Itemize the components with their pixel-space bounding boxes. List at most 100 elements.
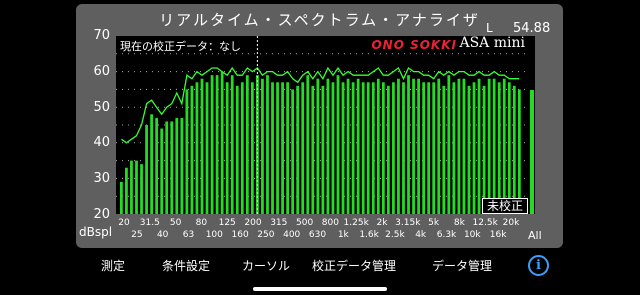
spectrum-bar: [427, 82, 431, 214]
spectrum-bar: [507, 82, 511, 214]
spectrum-bar: [135, 160, 138, 214]
spectrum-bar: [155, 117, 159, 214]
x-tick-label: 16k: [489, 230, 507, 240]
spectrum-bar: [512, 85, 516, 214]
spectrum-bar: [407, 75, 410, 214]
bottom-toolbar: 測定 条件設定 カーソル 校正データ管理 データ管理: [76, 252, 563, 281]
spectrum-bar: [286, 82, 290, 214]
brand-logo: ONO SOKKI: [371, 38, 457, 52]
spectrum-bar: [170, 121, 174, 214]
channel-label: L: [486, 21, 493, 35]
spectrum-bar: [437, 78, 441, 214]
spectrum-bar: [397, 78, 400, 214]
spectrum-bar: [346, 78, 350, 214]
spectrum-bar: [457, 78, 461, 214]
x-tick-label: 100: [205, 230, 223, 240]
y-tick-label: 40: [93, 135, 110, 150]
spectrum-bar: [412, 78, 415, 214]
spectrum-bar: [311, 85, 315, 214]
x-tick-label: 10k: [463, 230, 481, 240]
spectrum-bar: [492, 78, 496, 214]
spectrum-bar: [361, 82, 365, 214]
uncalibrated-badge: 未校正: [482, 198, 528, 214]
spectrum-bar: [422, 82, 426, 214]
all-level-bar: [530, 89, 534, 214]
x-tick-label: 63: [182, 230, 195, 240]
spectrum-bar: [120, 181, 123, 214]
x-tick-label: 160: [231, 230, 249, 240]
spectrum-bar: [225, 82, 229, 214]
spectrum-bar: [190, 85, 194, 214]
spectrum-bar: [130, 160, 133, 214]
spectrum-bar: [336, 75, 340, 214]
x-tick-label: 800: [321, 218, 339, 228]
spectrum-bar: [215, 75, 219, 214]
x-tick-label: 500: [296, 218, 314, 228]
x-tick-label: 1.25k: [343, 218, 369, 228]
x-tick-label: 2k: [376, 218, 388, 228]
spectrum-bar: [402, 82, 405, 214]
x-tick-label: 80: [195, 218, 208, 228]
spectrum-bar: [150, 114, 153, 214]
spectrum-bar: [447, 75, 451, 214]
tab-cursor[interactable]: カーソル: [242, 257, 290, 274]
spectrum-bar: [452, 82, 456, 214]
y-tick-label: 50: [93, 100, 110, 115]
spectrum-bar: [210, 75, 214, 214]
spectrum-bar: [291, 89, 295, 214]
spectrum-bar: [477, 78, 481, 214]
model-name: ASA mini: [459, 36, 525, 51]
spectrum-bar: [261, 78, 264, 214]
y-tick-label: 70: [93, 28, 110, 43]
spectrum-bar: [351, 82, 355, 214]
x-tick-label: 1k: [337, 230, 349, 240]
spectrum-bar: [472, 82, 476, 214]
x-tick-label: 5k: [428, 218, 440, 228]
tab-data-management[interactable]: データ管理: [432, 257, 492, 274]
spectrum-bar: [240, 82, 244, 214]
spectrum-bar: [145, 125, 148, 214]
spectrum-bar: [276, 82, 279, 214]
x-tick-label: 400: [283, 230, 301, 240]
tab-calibration-data[interactable]: 校正データ管理: [312, 257, 396, 274]
tab-conditions[interactable]: 条件設定: [162, 257, 210, 274]
spectrum-bar: [442, 85, 446, 214]
spectrum-bar: [366, 82, 370, 214]
spectrum-bar: [462, 78, 466, 214]
spectrum-bar: [326, 78, 330, 214]
spectrum-bar: [306, 75, 310, 214]
x-tick-label: 40: [156, 230, 169, 240]
x-tick-label: 3.15k: [395, 218, 421, 228]
y-tick-label: 60: [93, 64, 110, 79]
y-tick-label: 30: [93, 171, 110, 186]
spectrum-bar: [296, 85, 300, 214]
x-tick-label: 630: [308, 230, 327, 240]
spectrum-chart: [116, 36, 529, 214]
spectrum-bar: [165, 121, 169, 214]
spectrum-bar: [316, 78, 320, 214]
spectrum-bar: [140, 164, 143, 214]
spectrum-bar: [281, 82, 284, 214]
x-tick-label: 6.3k: [436, 230, 457, 240]
spectrum-bar: [245, 75, 249, 214]
spectrum-bar: [341, 82, 345, 214]
x-tick-label: 20: [118, 218, 130, 228]
x-tick-label: 1.6k: [359, 230, 379, 240]
spectrum-bar: [235, 85, 239, 214]
spectrum-bar: [195, 82, 199, 214]
x-tick-label: 8k: [453, 218, 465, 228]
spectrum-bar: [432, 82, 436, 214]
spectrum-bar: [386, 85, 390, 214]
home-indicator: [253, 287, 387, 291]
x-tick-label: 12.5k: [472, 218, 498, 228]
spectrum-bar: [371, 82, 375, 214]
spectrum-bar: [392, 82, 395, 214]
spectrum-bar: [160, 128, 164, 214]
info-icon[interactable]: i: [528, 255, 549, 276]
x-tick-label: 2.5k: [385, 230, 405, 240]
spectrum-plot[interactable]: 現在の校正データ：なし ASA mini ONO SOKKI 未校正: [116, 36, 529, 214]
spectrum-bar: [125, 167, 128, 214]
tab-measure[interactable]: 測定: [101, 257, 125, 274]
x-tick-label: 20k: [502, 218, 520, 228]
all-value: 54.88: [513, 21, 551, 36]
